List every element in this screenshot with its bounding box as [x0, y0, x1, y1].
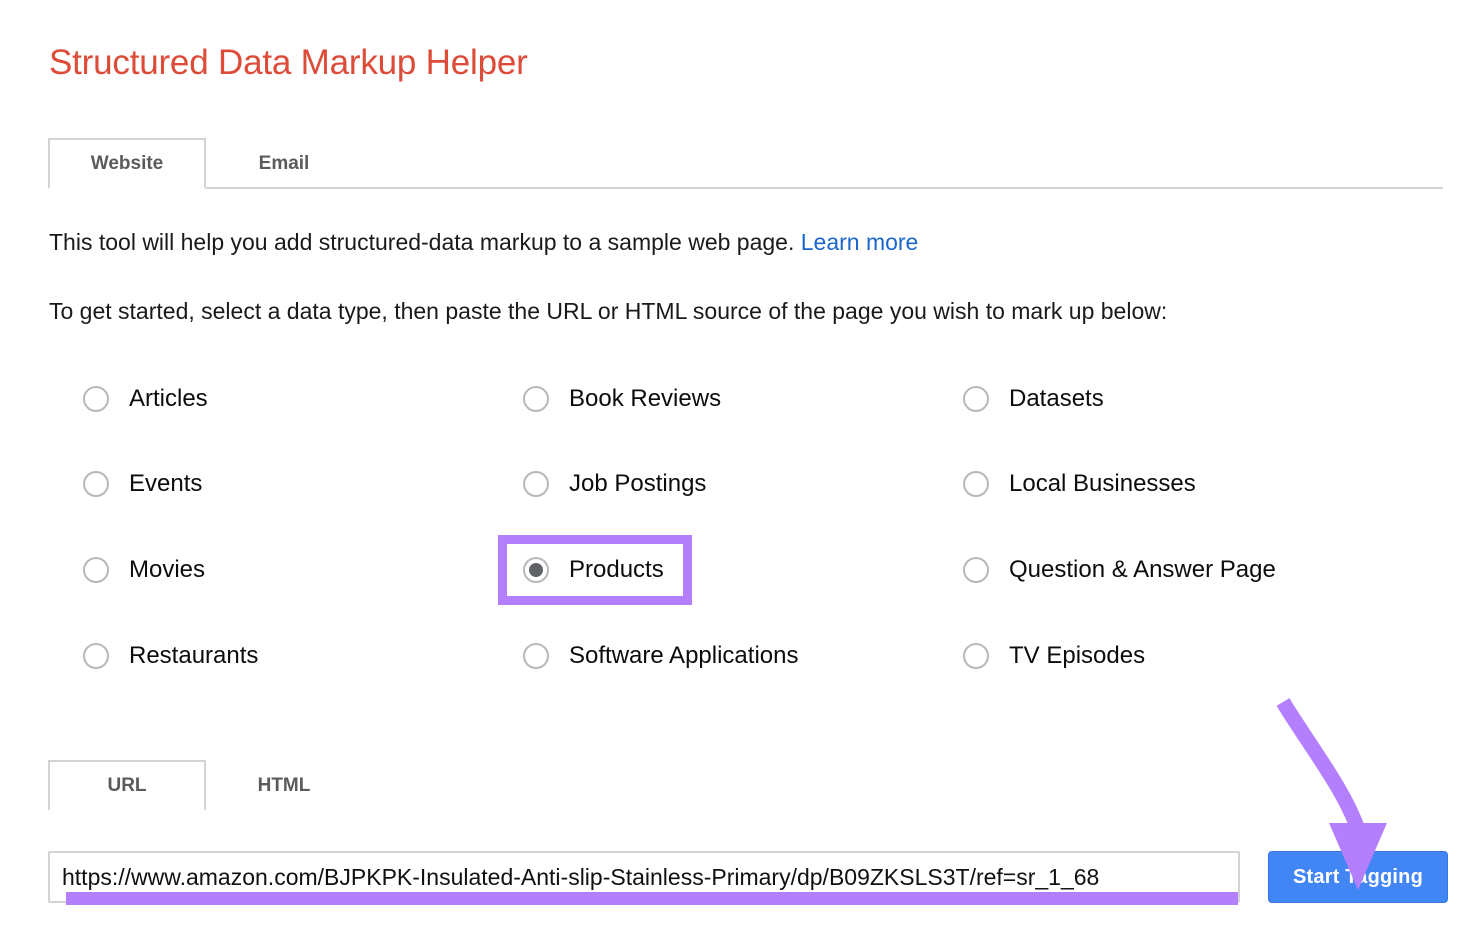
- radio-label-articles: Articles: [129, 385, 208, 412]
- radio-circle-icon: [963, 557, 989, 583]
- radio-circle-selected-icon: [523, 557, 549, 583]
- url-input[interactable]: [48, 851, 1240, 903]
- data-type-radio-group: Articles Events Movies Restaurants Book …: [0, 370, 1482, 680]
- radio-circle-icon: [523, 471, 549, 497]
- radio-option-datasets[interactable]: Datasets: [963, 379, 1104, 419]
- radio-circle-icon: [963, 471, 989, 497]
- radio-label-local-businesses: Local Businesses: [1009, 470, 1196, 497]
- radio-option-events[interactable]: Events: [83, 464, 202, 504]
- radio-option-articles[interactable]: Articles: [83, 379, 208, 419]
- tab-html[interactable]: HTML: [206, 760, 362, 811]
- radio-option-tv-episodes[interactable]: TV Episodes: [963, 636, 1145, 676]
- radio-option-book-reviews[interactable]: Book Reviews: [523, 379, 721, 419]
- radio-option-local-businesses[interactable]: Local Businesses: [963, 464, 1196, 504]
- tab-url-label: URL: [107, 774, 147, 796]
- tab-website[interactable]: Website: [48, 138, 206, 189]
- start-tagging-button[interactable]: Start Tagging: [1268, 851, 1448, 903]
- radio-label-movies: Movies: [129, 556, 206, 583]
- radio-option-job-postings[interactable]: Job Postings: [523, 464, 706, 504]
- radio-circle-icon: [83, 471, 109, 497]
- radio-option-products[interactable]: Products: [523, 550, 664, 590]
- radio-label-datasets: Datasets: [1009, 385, 1104, 412]
- radio-label-events: Events: [129, 470, 203, 497]
- radio-label-restaurants: Restaurants: [129, 642, 259, 669]
- url-html-tabs: URL HTML: [48, 760, 1443, 811]
- radio-circle-icon: [963, 386, 989, 412]
- radio-label-tv-episodes: TV Episodes: [1009, 642, 1146, 669]
- intro-text-label: This tool will help you add structured-d…: [49, 229, 795, 255]
- radio-option-software-applications[interactable]: Software Applications: [523, 636, 798, 676]
- start-tagging-label: Start Tagging: [1292, 865, 1423, 888]
- radio-circle-icon: [83, 643, 109, 669]
- radio-label-book-reviews: Book Reviews: [569, 385, 722, 412]
- radio-option-movies[interactable]: Movies: [83, 550, 205, 590]
- learn-more-link[interactable]: Learn more: [801, 229, 919, 255]
- radio-circle-icon: [963, 643, 989, 669]
- intro-text: This tool will help you add structured-d…: [49, 229, 918, 257]
- tab-email-label: Email: [258, 152, 310, 174]
- radio-circle-icon: [83, 386, 109, 412]
- radio-label-question-answer-page: Question & Answer Page: [1009, 556, 1276, 583]
- tab-html-label: HTML: [257, 774, 311, 796]
- radio-circle-icon: [523, 386, 549, 412]
- website-email-tabs: Website Email: [48, 138, 1443, 189]
- radio-circle-icon: [523, 643, 549, 669]
- radio-circle-icon: [83, 557, 109, 583]
- radio-label-software-applications: Software Applications: [569, 642, 799, 669]
- radio-label-job-postings: Job Postings: [569, 470, 707, 497]
- radio-option-restaurants[interactable]: Restaurants: [83, 636, 258, 676]
- radio-option-question-answer-page[interactable]: Question & Answer Page: [963, 550, 1276, 590]
- tab-email[interactable]: Email: [206, 138, 362, 189]
- radio-label-products: Products: [569, 556, 664, 583]
- page-title: Structured Data Markup Helper: [49, 43, 528, 82]
- instructions-text: To get started, select a data type, then…: [49, 298, 1168, 324]
- tab-url[interactable]: URL: [48, 760, 206, 811]
- tab-website-label: Website: [90, 152, 164, 174]
